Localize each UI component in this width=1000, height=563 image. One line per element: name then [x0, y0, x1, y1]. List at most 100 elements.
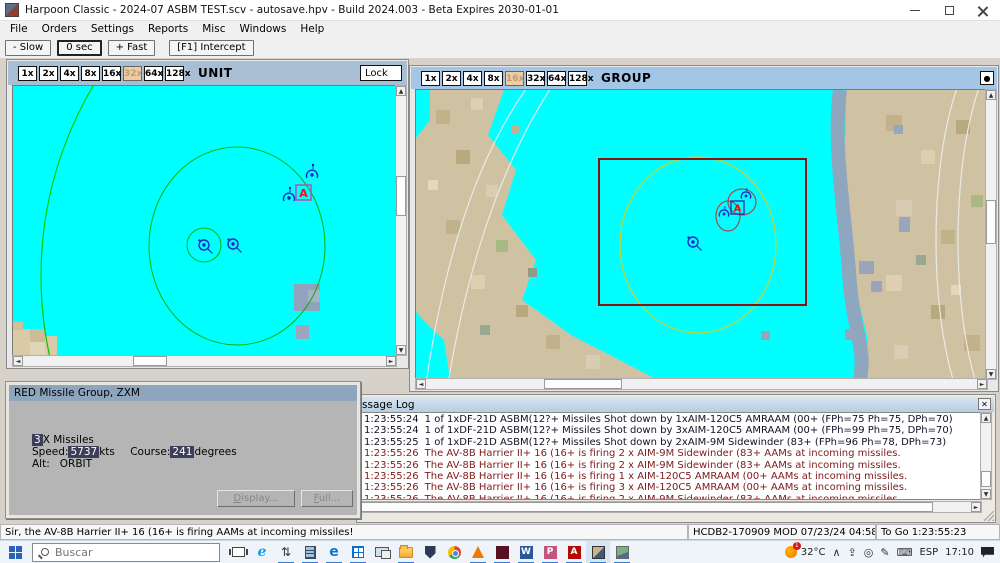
unit-zoom-64x[interactable]: 64x [144, 65, 163, 81]
group-map[interactable]: A [416, 39, 1000, 441]
search-input[interactable] [55, 545, 205, 559]
minimize-button[interactable] [898, 0, 932, 21]
scroll-right-icon[interactable]: ► [386, 356, 396, 366]
menu-help[interactable]: Help [300, 23, 324, 35]
group-panel-titlebar: 1x 2x 4x 8x 16x 32x 64x 128x GROUP ● [411, 67, 997, 89]
menu-reports[interactable]: Reports [148, 23, 188, 35]
unit-zoom-1x[interactable]: 1x [18, 65, 37, 81]
unit-zoom-4x[interactable]: 4x [60, 65, 79, 81]
speed-course-line: Speed: 5737 kts Course: 241 degrees [32, 446, 237, 458]
close-icon [978, 6, 988, 16]
menu-settings[interactable]: Settings [91, 23, 134, 35]
usb-icon[interactable]: ⇪ [848, 546, 857, 559]
taskbar-app-edge[interactable]: e [322, 541, 346, 563]
group-map-vscrollbar[interactable]: ▲ ▼ [985, 89, 997, 380]
taskbar-app-media[interactable] [490, 541, 514, 563]
group-zoom-32x[interactable]: 32x [526, 70, 545, 86]
taskbar-search[interactable] [32, 542, 220, 562]
language-indicator[interactable]: ESP [919, 547, 938, 558]
unit-zoom-32x[interactable]: 32x [123, 65, 142, 81]
message-log-list[interactable]: 1:23:55:24 1 of 1xDF-21D ASBM(12?+ Missil… [359, 412, 982, 500]
maximize-icon [944, 6, 954, 15]
scroll-down-icon[interactable]: ▼ [396, 345, 406, 355]
temperature-label: 32°C [800, 546, 826, 558]
group-zoom-128x[interactable]: 128x [568, 70, 594, 86]
taskbar-app-calculator[interactable] [298, 541, 322, 563]
taskbar-app-file-explorer[interactable] [394, 541, 418, 563]
taskbar-app-harpoon[interactable] [586, 540, 610, 563]
pause-button[interactable]: 0 sec [57, 39, 102, 56]
taskbar-app-powerpoint[interactable]: P [538, 541, 562, 563]
scroll-up-icon[interactable]: ▲ [981, 413, 991, 423]
start-button[interactable] [0, 541, 30, 563]
log-vscrollbar[interactable]: ▲ ▼ [980, 412, 992, 500]
menu-windows[interactable]: Windows [239, 23, 286, 35]
scroll-up-icon[interactable]: ▲ [986, 90, 996, 100]
unit-hscroll-thumb[interactable] [133, 356, 167, 366]
group-vscroll-thumb[interactable] [986, 200, 996, 244]
taskbar-app-sync[interactable]: ⇅ [274, 541, 298, 563]
unit-map[interactable]: A [13, 0, 786, 563]
scroll-right-icon[interactable]: ► [977, 379, 987, 389]
pen-icon[interactable]: ✎ [880, 546, 889, 559]
taskbar-app-ie[interactable]: e [250, 541, 274, 563]
taskbar-app-word[interactable]: W [514, 541, 538, 563]
center-view-button[interactable]: ● [980, 71, 994, 85]
group-hscroll-thumb[interactable] [544, 379, 622, 389]
status-bar: Sir, the AV-8B Harrier II+ 16 (16+ is fi… [0, 524, 1000, 540]
log-vscroll-thumb[interactable] [981, 471, 991, 487]
taskbar-app-photos[interactable] [610, 541, 634, 563]
scroll-right-icon[interactable]: ► [971, 502, 981, 512]
taskbar-app-security[interactable] [418, 541, 442, 563]
unit-zoom-8x[interactable]: 8x [81, 65, 100, 81]
fast-button[interactable]: + Fast [107, 39, 156, 56]
close-button[interactable] [966, 0, 1000, 21]
menu-file[interactable]: File [10, 23, 28, 35]
scroll-left-icon[interactable]: ◄ [416, 379, 426, 389]
taskbar-app-store[interactable] [346, 541, 370, 563]
taskbar-app-vlc[interactable] [466, 541, 490, 563]
log-hscroll-thumb[interactable] [361, 502, 933, 512]
unit-map-vscrollbar[interactable]: ▲ ▼ [395, 85, 407, 356]
group-zoom-64x[interactable]: 64x [547, 70, 566, 86]
log-hscrollbar[interactable]: ► [359, 501, 982, 513]
scroll-left-icon[interactable]: ◄ [13, 356, 23, 366]
unit-vscroll-thumb[interactable] [396, 176, 406, 216]
unit-zoom-128x[interactable]: 128x [165, 65, 191, 81]
tray-chevron-icon[interactable]: ∧ [832, 546, 840, 559]
unit-zoom-16x[interactable]: 16x [102, 65, 121, 81]
group-zoom-8x[interactable]: 8x [484, 70, 503, 86]
weather-widget[interactable]: 1 32°C [784, 542, 826, 558]
group-zoom-1x[interactable]: 1x [421, 70, 440, 86]
keyboard-icon[interactable]: ⌨ [897, 546, 913, 559]
menu-misc[interactable]: Misc [202, 23, 225, 35]
weather-sun-icon: 1 [784, 542, 801, 558]
unit-map-container: A [12, 0, 786, 563]
log-close-button[interactable]: ✕ [978, 398, 991, 410]
menu-orders[interactable]: Orders [42, 23, 77, 35]
resize-grip[interactable] [983, 510, 994, 521]
unit-zoom-2x[interactable]: 2x [39, 65, 58, 81]
taskbar-app-acrobat[interactable]: A [562, 541, 586, 563]
unit-map-hscrollbar[interactable]: ◄ ► [12, 355, 397, 367]
group-zoom-2x[interactable]: 2x [442, 70, 461, 86]
lock-button[interactable]: Lock [360, 65, 402, 81]
group-map-hscrollbar[interactable]: ◄ ► [415, 378, 988, 390]
task-view-button[interactable] [226, 541, 250, 563]
window-titlebar: Harpoon Classic - 2024-07 ASBM TEST.scv … [0, 0, 1000, 21]
scroll-down-icon[interactable]: ▼ [981, 489, 991, 499]
taskbar-app-chrome[interactable] [442, 541, 466, 563]
system-tray: 1 32°C ∧ ⇪ ◎ ✎ ⌨ ESP 17:10 [784, 542, 1000, 559]
intercept-button[interactable]: [F1] Intercept [169, 39, 254, 56]
taskbar-app-remote-desktop[interactable] [370, 541, 394, 563]
group-zoom-4x[interactable]: 4x [463, 70, 482, 86]
clock[interactable]: 17:10 [945, 547, 974, 558]
action-center-icon[interactable] [981, 546, 994, 558]
maximize-button[interactable] [932, 0, 966, 21]
tray-circle-icon[interactable]: ◎ [864, 546, 874, 559]
group-zoom-16x[interactable]: 16x [505, 70, 524, 86]
full-button[interactable]: Full... [301, 490, 353, 507]
display-button[interactable]: Display... [217, 490, 295, 507]
slow-button[interactable]: - Slow [5, 39, 52, 56]
scroll-up-icon[interactable]: ▲ [396, 86, 406, 96]
